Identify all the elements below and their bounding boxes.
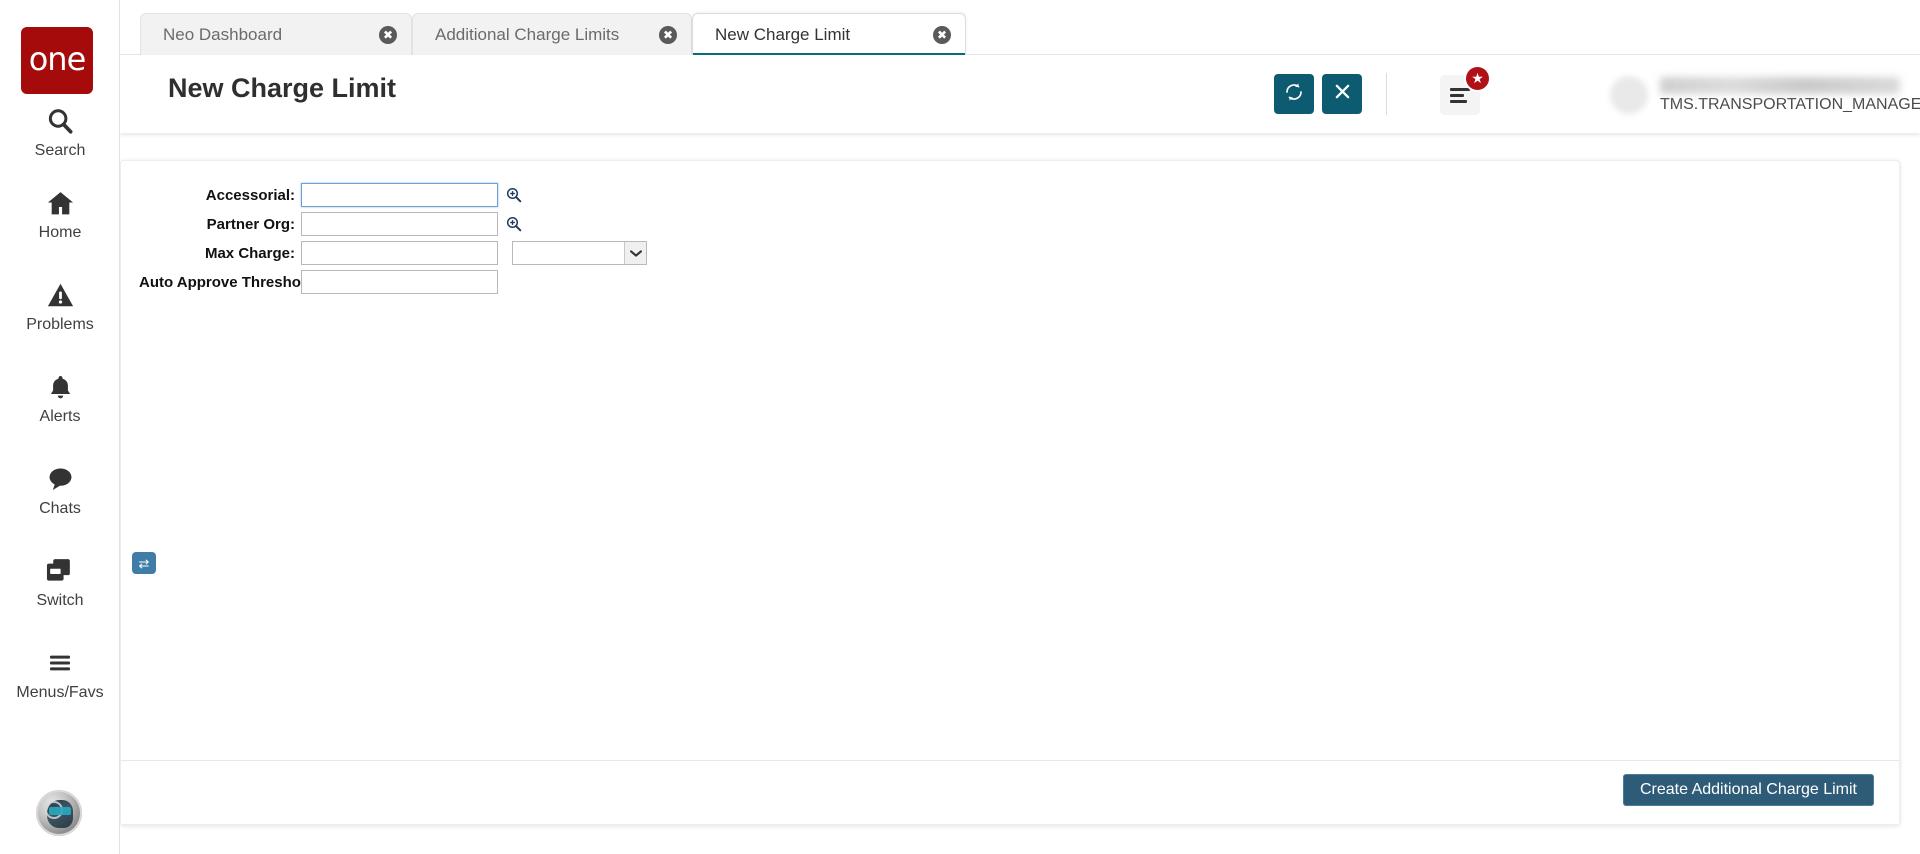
max-charge-currency-select[interactable] <box>512 241 647 265</box>
magnifier-plus-icon[interactable] <box>505 215 523 233</box>
field-row-auto-approve-threshold: Auto Approve Threshold: <box>139 270 647 294</box>
tab-close-icon[interactable]: ✖ <box>933 25 951 44</box>
field-row-max-charge: Max Charge: <box>139 241 647 265</box>
form-footer: Create Additional Charge Limit <box>121 760 1899 824</box>
sidebar-item-switch[interactable]: ⇄ Switch <box>0 552 156 610</box>
search-icon <box>45 104 75 138</box>
sidebar-item-label: Problems <box>26 316 94 333</box>
hamburger-icon <box>45 646 75 680</box>
sidebar-item-label: Switch <box>36 592 84 609</box>
magnifier-plus-icon[interactable] <box>505 186 523 204</box>
one-logo[interactable]: one <box>21 27 93 94</box>
application-window: one Search Home Problems Alerts Chats ⇄ … <box>0 0 1920 854</box>
sidebar-item-label: Home <box>38 224 82 241</box>
user-menu[interactable]: TMS.TRANSPORTATION_MANAGER <box>1610 75 1920 115</box>
page-title: New Charge Limit <box>168 73 397 103</box>
sidebar-item-label: Search <box>34 142 86 159</box>
tab-new-charge-limit[interactable]: New Charge Limit ✖ <box>692 13 966 56</box>
home-icon <box>45 186 76 220</box>
sidebar-item-label: Chats <box>39 500 81 517</box>
partner-org-label: Partner Org: <box>206 215 295 233</box>
sidebar-item-alerts[interactable]: Alerts <box>0 370 120 426</box>
sidebar-item-problems[interactable]: Problems <box>0 278 120 334</box>
warning-triangle-icon <box>46 278 75 312</box>
refresh-icon <box>1284 82 1304 107</box>
main-area: Neo Dashboard ✖ Additional Charge Limits… <box>120 0 1920 854</box>
close-page-button[interactable] <box>1322 74 1362 114</box>
header-divider <box>1386 73 1387 115</box>
sidebar-item-chats[interactable]: Chats <box>0 462 120 518</box>
tab-close-icon[interactable]: ✖ <box>659 25 677 44</box>
tab-label: Additional Charge Limits <box>435 24 620 44</box>
field-row-accessorial: Accessorial: <box>139 183 647 207</box>
tab-label: Neo Dashboard <box>163 24 283 44</box>
tab-neo-dashboard[interactable]: Neo Dashboard ✖ <box>140 13 412 55</box>
partner-org-input[interactable] <box>301 212 498 236</box>
user-name-block: TMS.TRANSPORTATION_MANAGER <box>1660 76 1920 114</box>
create-additional-charge-limit-button[interactable]: Create Additional Charge Limit <box>1622 774 1874 806</box>
avatar-visor-shape <box>49 807 71 815</box>
avatar[interactable] <box>36 790 82 836</box>
auto-approve-threshold-label: Auto Approve Threshold: <box>139 273 320 291</box>
bell-icon <box>47 370 74 404</box>
close-x-icon <box>1334 83 1351 105</box>
charge-limit-form: Accessorial: Partner Org: Max Charge: Au… <box>139 183 647 299</box>
sidebar-item-home[interactable]: Home <box>0 186 120 242</box>
left-sidebar: one Search Home Problems Alerts Chats ⇄ … <box>0 0 156 854</box>
tab-close-icon[interactable]: ✖ <box>379 25 397 44</box>
tab-label: New Charge Limit <box>715 24 851 44</box>
user-avatar <box>1610 76 1648 114</box>
user-display-name-redacted <box>1660 76 1900 94</box>
one-logo-text: one <box>28 39 87 78</box>
chat-bubble-icon <box>45 462 76 496</box>
accessorial-input[interactable] <box>301 183 498 207</box>
refresh-button[interactable] <box>1274 74 1314 114</box>
switch-arrows-badge-icon[interactable]: ⇄ <box>132 552 156 574</box>
max-charge-input[interactable] <box>301 241 498 265</box>
auto-approve-threshold-input[interactable] <box>301 270 498 294</box>
sidebar-item-label: Menus/Favs <box>16 684 104 701</box>
tab-additional-charge-limits[interactable]: Additional Charge Limits ✖ <box>412 13 692 55</box>
field-row-partner-org: Partner Org: <box>139 212 647 236</box>
star-icon[interactable]: ★ <box>1464 65 1491 92</box>
sidebar-item-search[interactable]: Search <box>0 104 120 160</box>
switch-windows-icon: ⇄ <box>44 552 156 588</box>
sidebar-item-menus-favs[interactable]: Menus/Favs <box>0 646 120 702</box>
max-charge-label: Max Charge: <box>204 244 295 262</box>
tab-strip: Neo Dashboard ✖ Additional Charge Limits… <box>120 0 1920 56</box>
page-header-bar: New Charge Limit ★ TMS.TRANSPORTATION_MA… <box>120 55 1920 133</box>
accessorial-label: Accessorial: <box>205 186 295 204</box>
content-panel: Accessorial: Partner Org: Max Charge: Au… <box>120 160 1900 825</box>
sidebar-item-label: Alerts <box>39 408 81 425</box>
user-login-name: TMS.TRANSPORTATION_MANAGER <box>1660 95 1920 113</box>
chevron-down-icon <box>624 242 646 264</box>
